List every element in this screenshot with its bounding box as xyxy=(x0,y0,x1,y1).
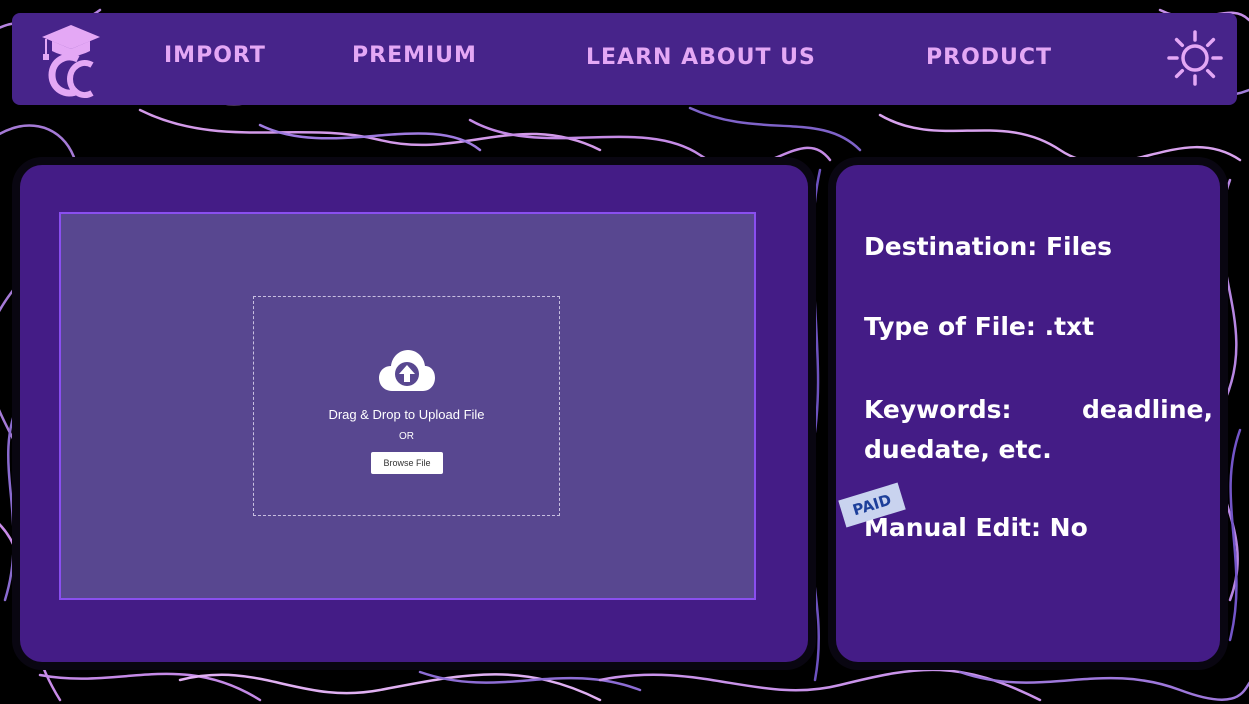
settings-panel: Destination: Files Type of File: .txt Ke… xyxy=(836,165,1220,662)
browse-file-button[interactable]: Browse File xyxy=(371,452,443,474)
nav-import[interactable]: IMPORT xyxy=(164,43,266,68)
drop-zone[interactable]: Drag & Drop to Upload File OR Browse Fil… xyxy=(253,296,560,516)
drop-instructions: Drag & Drop to Upload File xyxy=(328,407,485,422)
file-type-text: Type of File: .txt xyxy=(864,312,1095,341)
upload-panel: Drag & Drop to Upload File OR Browse Fil… xyxy=(20,165,808,662)
nav-product[interactable]: PRODUCT xyxy=(926,45,1052,70)
keywords-value-continued: duedate, etc. xyxy=(864,435,1052,464)
keywords-label: Keywords: xyxy=(864,395,1012,424)
cloud-upload-icon xyxy=(379,350,435,391)
top-navbar: IMPORT PREMIUM LEARN ABOUT US PRODUCT xyxy=(12,13,1237,105)
nav-premium[interactable]: PREMIUM xyxy=(352,43,477,68)
keywords-value: deadline, xyxy=(1082,395,1214,424)
sun-icon[interactable] xyxy=(1167,30,1223,86)
manual-edit-text: Manual Edit: No xyxy=(864,513,1088,542)
destination-text: Destination: Files xyxy=(864,232,1113,261)
graduation-cap-logo-icon[interactable] xyxy=(38,19,104,99)
upload-area: Drag & Drop to Upload File OR Browse Fil… xyxy=(59,212,756,600)
or-separator: OR xyxy=(399,431,414,442)
nav-learn-about-us[interactable]: LEARN ABOUT US xyxy=(586,45,816,70)
